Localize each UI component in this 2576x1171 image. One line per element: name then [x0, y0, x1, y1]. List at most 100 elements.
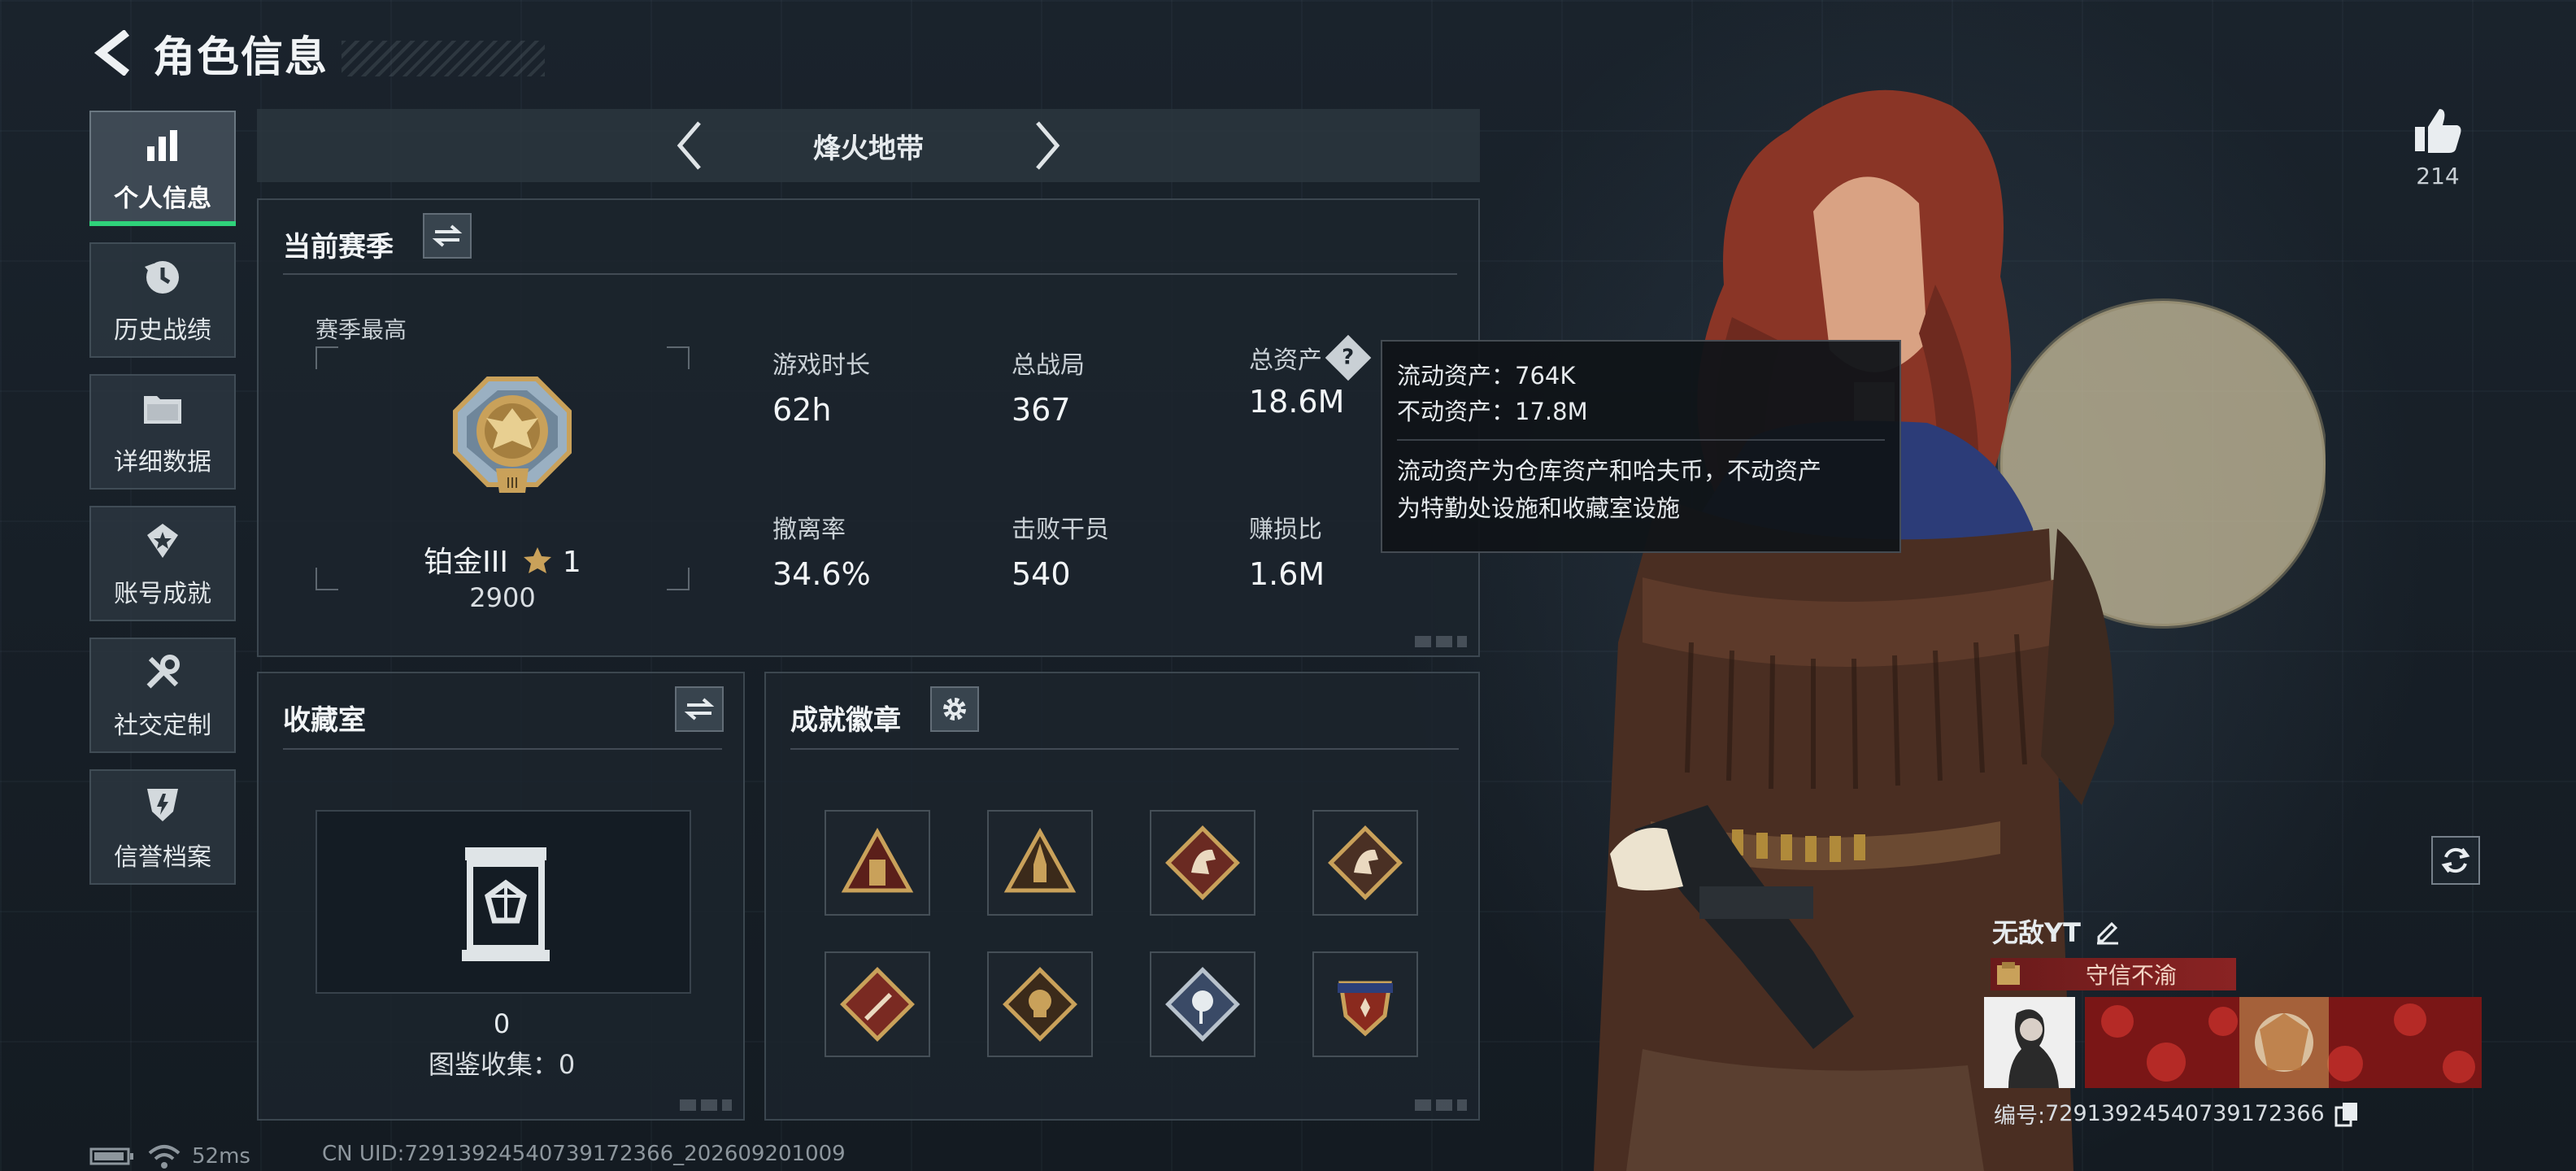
skull-badge-icon [1003, 967, 1077, 1042]
tooltip-note: 流动资产为仓库资产和哈夫币，不动资产 [1397, 457, 1822, 485]
stat-total-matches: 总战局 367 [1012, 345, 1223, 428]
stat-extract-rate: 撤离率 34.6% [772, 509, 984, 592]
nav-item-match-history[interactable]: 历史战绩 [89, 242, 236, 358]
nav-label: 信誉档案 [114, 843, 211, 872]
badge-slot-2[interactable] [987, 810, 1093, 916]
status-bar: 52ms [89, 1142, 250, 1171]
stat-label: 击败干员 [1012, 516, 1109, 544]
mode-prev-button[interactable] [665, 113, 714, 178]
mode-title: 烽火地带 [813, 132, 924, 165]
chevron-left-icon [677, 121, 701, 170]
copy-id-button[interactable] [2334, 1101, 2359, 1127]
battery-icon [89, 1147, 133, 1165]
stat-label: 游戏时长 [772, 351, 870, 380]
mode-next-button[interactable] [1023, 113, 1072, 178]
player-name: 无敌YT [1992, 912, 2121, 950]
history-clock-icon [140, 255, 185, 300]
stat-value: 540 [1012, 556, 1071, 592]
corner-decoration [1415, 1099, 1467, 1111]
chevron-right-icon [1036, 121, 1060, 170]
nameplate-banner[interactable] [2085, 997, 2482, 1088]
assets-tooltip: 流动资产：764K 不动资产：17.8M 流动资产为仓库资产和哈夫币，不动资产 … [1381, 340, 1901, 553]
badge-slot-6[interactable] [987, 951, 1093, 1057]
season-title: 当前赛季 [283, 231, 394, 263]
nav-label: 账号成就 [114, 580, 211, 608]
season-switch-button[interactable] [423, 213, 472, 259]
nameplate-image [2085, 997, 2482, 1088]
season-best-label: 赛季最高 [315, 316, 407, 343]
collection-title: 收藏室 [283, 704, 366, 737]
svg-text:III: III [506, 475, 518, 491]
back-arrow-icon [94, 30, 130, 76]
stat-value: 62h [772, 392, 832, 428]
nav-item-detailed-data[interactable]: 详细数据 [89, 374, 236, 490]
swap-icon [432, 224, 463, 247]
stat-label: 总战局 [1012, 351, 1085, 380]
collection-showcase[interactable] [315, 810, 691, 994]
ping-value: 52ms [192, 1144, 250, 1169]
tools-icon [140, 650, 185, 695]
player-name-text: 无敌YT [1992, 917, 2082, 948]
rank-stars: 1 [562, 546, 581, 579]
tooltip-note: 为特勤处设施和收藏室设施 [1397, 494, 1681, 522]
badge-slot-8[interactable] [1312, 951, 1418, 1057]
season-panel: 当前赛季 赛季最高 III 铂金III 1 2900 游戏时长 62h 总战局 … [257, 198, 1480, 657]
collection-count: 0 [493, 1008, 511, 1039]
avatar-image [1984, 997, 2075, 1088]
rank-emblem-icon: III [453, 377, 572, 493]
shield-icon [140, 781, 185, 827]
folder-icon [140, 386, 185, 432]
side-nav: 个人信息 历史战绩 详细数据 账号成就 社交定制 信誉档案 [89, 111, 236, 901]
refresh-button[interactable] [2431, 836, 2480, 885]
divider [790, 748, 1459, 750]
nav-item-social-customize[interactable]: 社交定制 [89, 638, 236, 753]
player-id-value: 7291392454073917236​6 [2045, 1101, 2325, 1126]
badge-slot-7[interactable] [1150, 951, 1255, 1057]
stat-play-time: 游戏时长 62h [772, 345, 984, 428]
tooltip-fixed-assets: 不动资产：17.8M [1397, 398, 1588, 425]
badge-slot-3[interactable] [1150, 810, 1255, 916]
display-case-icon [462, 847, 550, 961]
copy-icon [2334, 1102, 2357, 1126]
badge-slot-4[interactable] [1312, 810, 1418, 916]
horse-badge-icon [1165, 825, 1240, 900]
rocket-badge-icon [1003, 827, 1077, 893]
avatar[interactable] [1984, 997, 2075, 1088]
badges-settings-button[interactable] [930, 686, 979, 732]
edit-name-button[interactable] [2094, 917, 2121, 945]
player-title-tag[interactable]: 守信不渝 [1991, 958, 2236, 990]
collection-switch-button[interactable] [675, 686, 724, 732]
nav-item-personal-info[interactable]: 个人信息 [89, 111, 236, 226]
nav-item-reputation[interactable]: 信誉档案 [89, 769, 236, 885]
collection-progress: 图鉴收集：0 [428, 1049, 576, 1080]
rank-name-text: 铂金III [424, 546, 509, 579]
stat-label: 撤离率 [772, 516, 846, 544]
gear-icon [943, 698, 966, 720]
stat-value: 1.6M [1249, 556, 1325, 592]
badge-slot-5[interactable] [825, 951, 930, 1057]
mode-selector: 烽火地带 [257, 109, 1480, 182]
swap-icon [684, 698, 715, 720]
collection-panel: 收藏室 0 图鉴收集：0 [257, 672, 745, 1121]
badge-slot-1[interactable] [825, 810, 930, 916]
achievement-icon [140, 518, 185, 564]
like-button[interactable]: 214 [2407, 106, 2469, 189]
help-icon[interactable]: ? [1325, 334, 1372, 381]
rank-card: III 铂金III 1 2900 [315, 346, 690, 613]
rank-score: 2900 [469, 582, 536, 613]
nav-item-achievements[interactable]: 账号成就 [89, 506, 236, 621]
refresh-icon [2441, 847, 2470, 873]
header-decoration [342, 41, 546, 76]
star-icon [524, 547, 552, 573]
uid-text: CN UID:72913924540739172366_202609201009 [322, 1142, 846, 1166]
horse-badge-icon [1328, 825, 1403, 900]
player-id: 编号: 7291392454073917236​6 [1994, 1098, 2359, 1130]
nav-label: 历史战绩 [114, 316, 211, 345]
divider [283, 273, 1457, 275]
back-button[interactable] [88, 28, 137, 77]
rank-name: 铂金III 1 [315, 538, 690, 581]
thumbs-up-icon [2415, 109, 2461, 153]
tooltip-divider [1397, 439, 1885, 441]
divider [283, 748, 722, 750]
stat-operators-defeated: 击败干员 540 [1012, 509, 1223, 592]
